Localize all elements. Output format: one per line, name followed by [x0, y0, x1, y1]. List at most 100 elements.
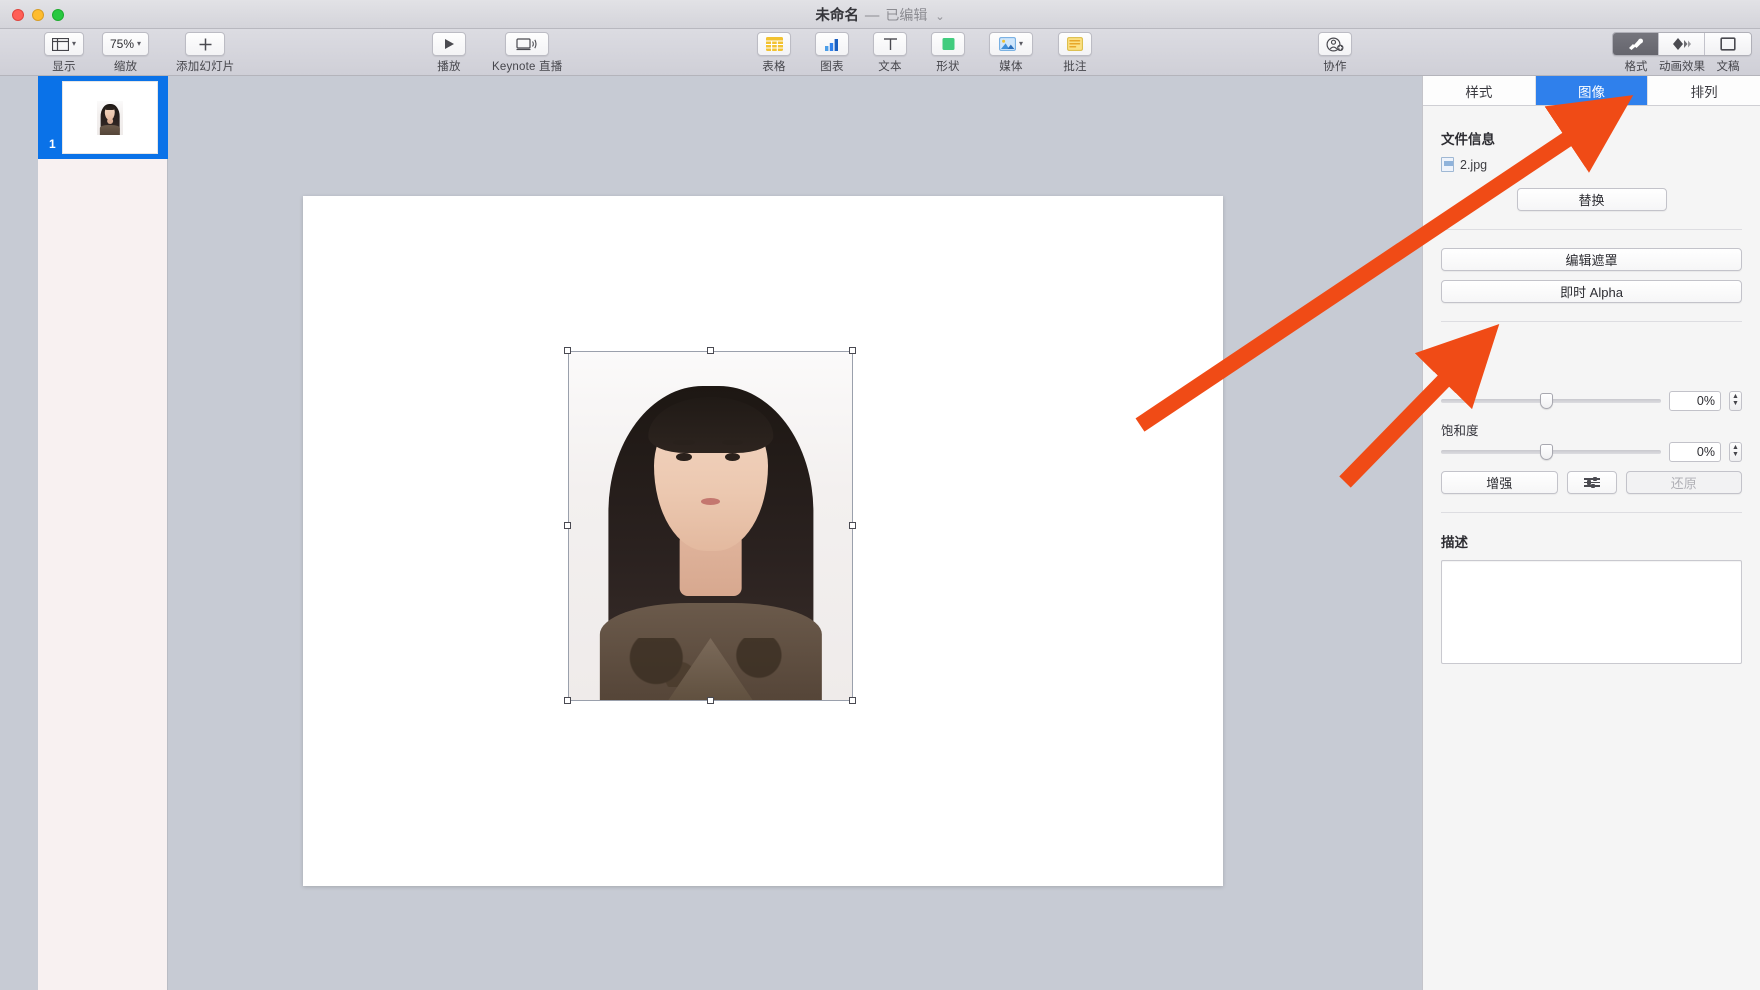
toolbar-item-shape[interactable]: 形状	[931, 32, 965, 74]
description-textarea[interactable]	[1441, 560, 1742, 664]
slide-thumbnail[interactable]	[62, 81, 158, 154]
table-button[interactable]	[757, 32, 791, 56]
document-state: 已编辑	[885, 6, 928, 23]
toolbar-item-view[interactable]: ▾ 显示	[44, 32, 85, 74]
resize-handle-top-right[interactable]	[849, 347, 856, 354]
divider-3	[1441, 512, 1742, 513]
exposure-control-row: 0% ▲ ▼	[1441, 391, 1742, 411]
toolbar-item-table[interactable]: 表格	[757, 32, 791, 74]
edit-mask-button[interactable]: 编辑遮罩	[1441, 248, 1742, 271]
zoom-button-control[interactable]: 75% ▾	[102, 32, 150, 56]
toolbar-item-collaborate[interactable]: 协作	[1318, 32, 1352, 74]
saturation-slider-knob[interactable]	[1540, 444, 1553, 460]
instant-alpha-button[interactable]: 即时 Alpha	[1441, 280, 1742, 303]
view-button[interactable]: ▾	[44, 32, 85, 56]
collaborate-button[interactable]	[1318, 32, 1352, 56]
eyebrow-right	[721, 440, 744, 445]
toolbar-item-media[interactable]: ▾ 媒体	[989, 32, 1033, 74]
plus-icon	[199, 38, 212, 50]
exposure-label: 曝光	[1441, 373, 1467, 387]
toolbar-item-comment[interactable]: 批注	[1058, 32, 1092, 74]
portrait-drawing	[568, 351, 853, 701]
slide-canvas-area[interactable]	[168, 76, 1422, 990]
toolbar-label-collaborate: 协作	[1323, 61, 1347, 73]
tab-arrange[interactable]: 排列	[1648, 76, 1760, 105]
portrait-image[interactable]	[568, 351, 853, 701]
zoom-button[interactable]	[52, 9, 64, 21]
animate-toggle-button[interactable]	[1659, 33, 1705, 55]
tab-style-label: 样式	[1465, 84, 1493, 100]
adjust-sliders-icon	[1583, 477, 1600, 488]
divider-2	[1441, 321, 1742, 322]
image-file-icon	[1441, 157, 1454, 172]
keynote-live-icon	[516, 38, 537, 51]
toolbar-item-text[interactable]: 文本	[873, 32, 907, 74]
close-button[interactable]	[12, 9, 24, 21]
adjust-sliders-button[interactable]	[1566, 471, 1617, 494]
media-button[interactable]: ▾	[989, 32, 1033, 56]
thumbnail-portrait-image	[97, 100, 123, 135]
format-toggle-button[interactable]	[1613, 33, 1659, 55]
exposure-value-field[interactable]: 0%	[1669, 391, 1721, 411]
comment-button[interactable]	[1058, 32, 1092, 56]
tab-style[interactable]: 样式	[1423, 76, 1536, 105]
replace-button[interactable]: 替换	[1516, 188, 1667, 211]
toolbar-item-keynote-live[interactable]: Keynote 直播	[492, 32, 562, 74]
divider-1	[1441, 229, 1742, 230]
slide-navigator[interactable]	[38, 76, 168, 990]
text-button[interactable]	[873, 32, 907, 56]
slide-surface[interactable]	[303, 196, 1223, 886]
shape-icon	[942, 38, 954, 50]
tab-image[interactable]: 图像	[1535, 76, 1649, 105]
chart-button[interactable]	[815, 32, 849, 56]
chevron-down-icon[interactable]: ⌄	[935, 10, 944, 23]
add-slide-button[interactable]	[185, 32, 226, 56]
description-heading: 描述	[1441, 535, 1468, 550]
resize-handle-top-left[interactable]	[564, 347, 571, 354]
reset-button[interactable]: 还原	[1625, 471, 1742, 494]
resize-handle-bottom-right[interactable]	[849, 697, 856, 704]
animate-toggle-label: 动画效果	[1659, 61, 1705, 73]
slide-navigator-item-1[interactable]: 1	[38, 76, 168, 159]
shape-button[interactable]	[931, 32, 965, 56]
file-info-heading: 文件信息	[1441, 132, 1495, 147]
resize-handle-bottom-center[interactable]	[706, 697, 714, 704]
title-separator: —	[864, 7, 880, 24]
keynote-live-button[interactable]	[505, 32, 550, 56]
format-inspector-panel: 样式 图像 排列 文件信息 2.jpg 替换 编辑遮罩 即时 Alpha 调整 …	[1422, 76, 1760, 990]
resize-handle-middle-right[interactable]	[849, 522, 856, 529]
toolbar-item-chart[interactable]: 图表	[815, 32, 849, 74]
adjust-button-row: 增强 还原	[1441, 471, 1742, 494]
enhance-button[interactable]: 增强	[1441, 471, 1558, 494]
saturation-stepper[interactable]: ▲ ▼	[1729, 442, 1742, 462]
exposure-slider-knob[interactable]	[1540, 393, 1553, 409]
window-controls	[12, 9, 64, 21]
saturation-control-row: 0% ▲ ▼	[1441, 442, 1742, 462]
eyebrow-left	[673, 440, 695, 445]
zoom-value: 75%	[110, 37, 135, 51]
minimize-button[interactable]	[32, 9, 44, 21]
comment-icon	[1067, 37, 1083, 51]
toolbar-label-shape: 形状	[936, 61, 960, 73]
toolbar-item-zoom[interactable]: 75% ▾ 缩放	[102, 32, 150, 74]
exposure-stepper[interactable]: ▲ ▼	[1729, 391, 1742, 411]
toolbar-item-add-slide[interactable]: 添加幻灯片	[176, 32, 235, 74]
resize-handle-bottom-left[interactable]	[564, 697, 571, 704]
document-title[interactable]: 未命名 — 已编辑 ⌄	[815, 4, 944, 25]
exposure-slider[interactable]	[1441, 393, 1661, 409]
resize-handle-top-center[interactable]	[706, 347, 714, 354]
file-name-label: 2.jpg	[1460, 157, 1488, 172]
saturation-value-field[interactable]: 0%	[1669, 442, 1721, 462]
saturation-slider[interactable]	[1441, 444, 1661, 460]
document-toggle-button[interactable]	[1705, 33, 1751, 55]
tab-arrange-label: 排列	[1690, 84, 1718, 100]
file-info-row: 2.jpg	[1441, 157, 1742, 172]
toolbar-label-table: 表格	[762, 61, 786, 73]
play-button[interactable]	[432, 32, 466, 56]
document-icon	[1720, 37, 1736, 51]
resize-handle-middle-left[interactable]	[564, 522, 571, 529]
toolbar-item-play[interactable]: 播放	[432, 32, 466, 74]
view-options-icon	[52, 37, 69, 51]
toolbar-label-media: 媒体	[999, 61, 1023, 73]
table-icon	[765, 37, 783, 51]
